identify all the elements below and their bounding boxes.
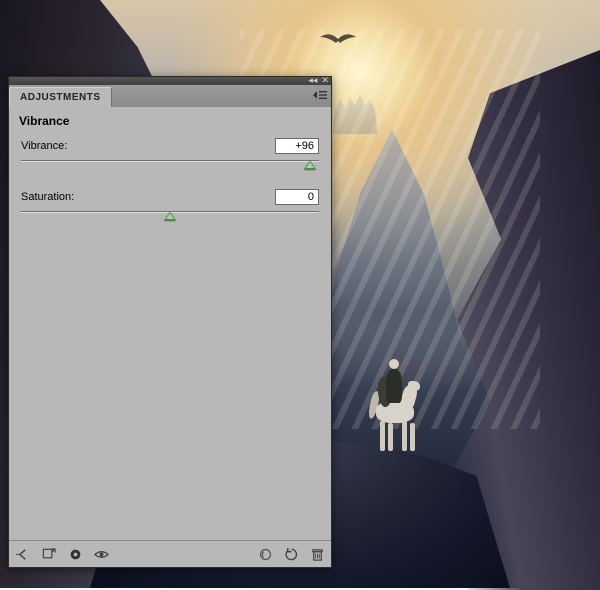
collapse-icon[interactable]: ◂◂ (308, 75, 317, 85)
view-previous-icon[interactable] (257, 546, 273, 562)
adjustments-panel: ◂◂ ✕ ADJUSTMENTS Vibrance Vibrance: Satu… (8, 76, 332, 568)
vibrance-slider-thumb[interactable] (304, 161, 316, 170)
panel-footer (9, 540, 331, 567)
eye-icon[interactable] (93, 546, 109, 562)
reset-icon[interactable] (283, 546, 299, 562)
vibrance-input[interactable] (275, 138, 319, 154)
bird-icon (318, 29, 358, 54)
vibrance-control: Vibrance: (21, 138, 319, 171)
saturation-label: Saturation: (21, 191, 74, 203)
tab-adjustments[interactable]: ADJUSTMENTS (9, 87, 112, 107)
expand-view-icon[interactable] (41, 546, 57, 562)
panel-tab-row: ADJUSTMENTS (9, 85, 331, 107)
back-arrow-icon[interactable] (15, 546, 31, 562)
saturation-control: Saturation: (21, 189, 319, 222)
vibrance-label: Vibrance: (21, 140, 67, 152)
saturation-input[interactable] (275, 189, 319, 205)
mountain-center (312, 129, 472, 389)
adjustment-title: Vibrance (9, 107, 331, 138)
vibrance-slider-track[interactable] (21, 157, 319, 171)
panel-topbar[interactable]: ◂◂ ✕ (9, 77, 331, 85)
close-icon[interactable]: ✕ (321, 75, 329, 85)
saturation-slider-track[interactable] (21, 208, 319, 222)
saturation-slider-thumb[interactable] (164, 212, 176, 221)
controls-area: Vibrance: Saturation: (9, 138, 331, 520)
trash-icon[interactable] (309, 546, 325, 562)
panel-menu-icon[interactable] (313, 89, 327, 104)
clip-to-layer-icon[interactable] (67, 546, 83, 562)
distant-castle (330, 94, 380, 134)
